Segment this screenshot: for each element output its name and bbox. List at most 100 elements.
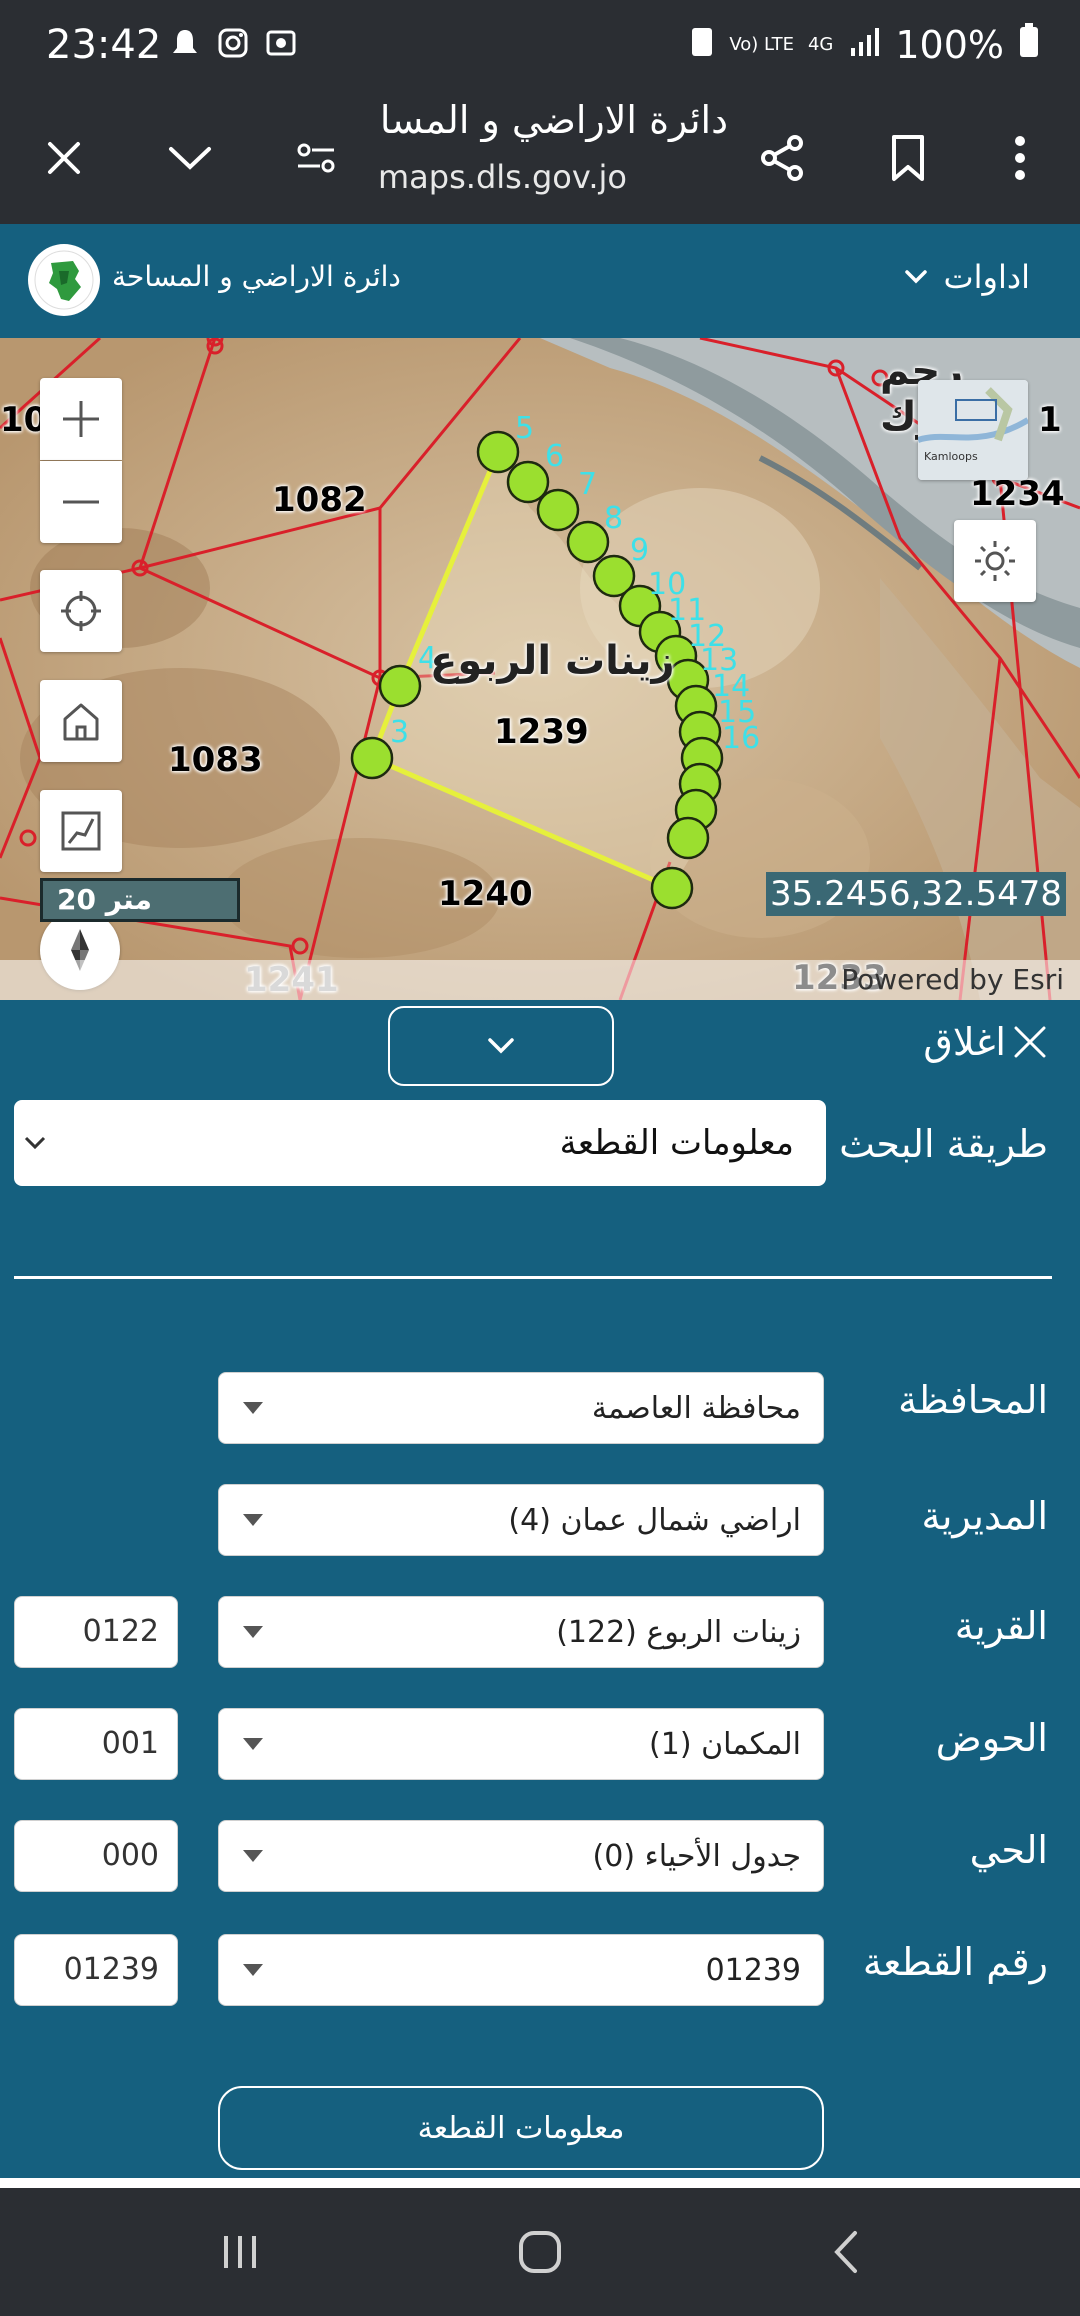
dropdown-caret-icon xyxy=(243,1850,263,1862)
recent-apps-button[interactable] xyxy=(210,2222,270,2282)
status-right: Vo) LTE 4G 100% xyxy=(689,22,1040,67)
collapse-panel-button[interactable] xyxy=(388,1006,614,1086)
measure-button[interactable] xyxy=(40,790,122,872)
parcel-number-label: رقم القطعة xyxy=(862,1940,1048,1984)
divider xyxy=(14,1276,1052,1279)
home-button[interactable] xyxy=(40,680,122,762)
directorate-label: المديرية xyxy=(921,1494,1048,1538)
parcel-code-input[interactable]: 01239 xyxy=(14,1934,178,2006)
dropdown-caret-icon xyxy=(243,1626,263,1638)
notification-icon xyxy=(168,26,202,68)
measure-icon xyxy=(61,811,101,851)
district-code-input[interactable]: 000 xyxy=(14,1820,178,1892)
zoom-in-button[interactable] xyxy=(40,378,122,460)
chevron-down-icon xyxy=(904,270,927,284)
instagram-icon xyxy=(216,26,250,68)
parcel-label-1082: 1082 xyxy=(272,480,367,520)
crosshair-icon xyxy=(61,591,101,631)
share-icon xyxy=(761,135,803,181)
parcel-label-1240: 1240 xyxy=(438,874,533,914)
photo-icon xyxy=(264,26,298,68)
search-method-select[interactable]: معلومات القطعة xyxy=(14,1100,826,1186)
basemap-toggle-button[interactable] xyxy=(954,520,1036,602)
directorate-select[interactable]: اراضي شمال عمان (4) xyxy=(218,1484,824,1556)
back-chevron-icon xyxy=(834,2231,857,2273)
chevron-down-icon xyxy=(169,147,211,170)
parcel-number-value: 01239 xyxy=(705,1952,801,1988)
battery-level: 100% xyxy=(895,22,1004,67)
search-panel: اغلاق طريقة البحث معلومات القطعة المحافظ… xyxy=(0,1000,1080,2188)
zoom-out-button[interactable] xyxy=(40,461,122,543)
district-label: الحي xyxy=(969,1828,1048,1872)
parcel-label-1239: 1239 xyxy=(494,712,589,752)
battery-saver-icon xyxy=(689,23,715,67)
svg-text:3: 3 xyxy=(390,715,409,750)
dropdown-caret-icon xyxy=(243,1964,263,1976)
governorate-label: المحافظة xyxy=(898,1378,1048,1422)
map-view[interactable]: 5 6 7 8 9 10 11 12 13 14 15 16 4 3 زينات… xyxy=(0,338,1080,1000)
system-nav-bar xyxy=(0,2188,1080,2316)
village-value: زينات الربوع (122) xyxy=(556,1614,801,1650)
dls-logo xyxy=(28,244,100,316)
locate-button[interactable] xyxy=(40,570,122,652)
page-title: دائرة الاراضي و المسا... xyxy=(378,98,728,142)
svg-text:16: 16 xyxy=(722,721,760,756)
dropdown-caret-icon xyxy=(243,1402,263,1414)
sun-icon xyxy=(975,541,1015,581)
basin-code-input[interactable]: 001 xyxy=(14,1708,178,1780)
village-select[interactable]: زينات الربوع (122) xyxy=(218,1596,824,1668)
minimize-button[interactable] xyxy=(152,120,228,196)
site-settings-button[interactable] xyxy=(278,120,354,196)
parcel-label-1083: 1083 xyxy=(168,740,263,780)
svg-text:6: 6 xyxy=(545,439,564,474)
home-circle-icon xyxy=(519,2231,561,2273)
more-vert-icon xyxy=(1015,136,1025,180)
parcel-info-button[interactable]: معلومات القطعة xyxy=(218,2086,824,2170)
page-url[interactable]: maps.dls.gov.jo xyxy=(378,158,627,196)
parcel-label-1: 1 xyxy=(1038,400,1062,440)
chevron-down-icon xyxy=(24,1136,46,1150)
overview-map[interactable]: Kamloops xyxy=(918,380,1028,480)
directorate-value: اراضي شمال عمان (4) xyxy=(508,1502,801,1538)
village-code-input[interactable]: 0122 xyxy=(14,1596,178,1668)
governorate-value: محافظة العاصمة xyxy=(591,1390,801,1426)
status-left-icons xyxy=(168,26,298,68)
overview-map-image xyxy=(918,380,1028,480)
tools-label: اداوات xyxy=(943,258,1031,296)
basin-label: الحوض xyxy=(935,1716,1048,1760)
minus-icon xyxy=(63,500,99,504)
close-tab-button[interactable] xyxy=(26,120,102,196)
svg-text:5: 5 xyxy=(515,411,534,446)
close-label: اغلاق xyxy=(923,1020,1006,1064)
district-select[interactable]: جدول الأحياء (0) xyxy=(218,1820,824,1892)
volte-indicator: Vo) LTE xyxy=(729,33,794,55)
share-button[interactable] xyxy=(744,120,820,196)
parcel-number-select[interactable]: 01239 xyxy=(218,1934,824,2006)
app-header: دائرة الاراضي و المساحة اداوات xyxy=(0,224,1080,338)
tools-menu[interactable]: اداوات xyxy=(904,258,1031,296)
dropdown-caret-icon xyxy=(243,1738,263,1750)
network-type: 4G xyxy=(807,33,834,55)
back-button[interactable] xyxy=(816,2222,876,2282)
dropdown-caret-icon xyxy=(243,1514,263,1526)
jordan-map-logo-icon xyxy=(34,250,94,310)
home-nav-button[interactable] xyxy=(510,2222,570,2282)
attribution: Powered by Esri xyxy=(0,960,1080,1000)
village-label: القرية xyxy=(954,1604,1048,1648)
governorate-select[interactable]: محافظة العاصمة xyxy=(218,1372,824,1444)
svg-text:7: 7 xyxy=(578,467,597,502)
signal-icon xyxy=(847,23,881,67)
svg-text:9: 9 xyxy=(630,533,649,568)
plus-icon xyxy=(63,401,99,437)
search-method-value: معلومات القطعة xyxy=(559,1123,794,1163)
tune-icon xyxy=(297,143,335,173)
close-panel-button[interactable]: اغلاق xyxy=(923,1020,1048,1064)
more-options-button[interactable] xyxy=(982,120,1058,196)
close-icon xyxy=(48,142,80,174)
bookmark-button[interactable] xyxy=(870,120,946,196)
battery-icon xyxy=(1018,22,1040,67)
search-method-label: طريقة البحث xyxy=(839,1122,1048,1166)
basin-select[interactable]: المكمان (1) xyxy=(218,1708,824,1780)
overview-map-label: Kamloops xyxy=(924,450,978,463)
basin-value: المكمان (1) xyxy=(649,1726,801,1762)
